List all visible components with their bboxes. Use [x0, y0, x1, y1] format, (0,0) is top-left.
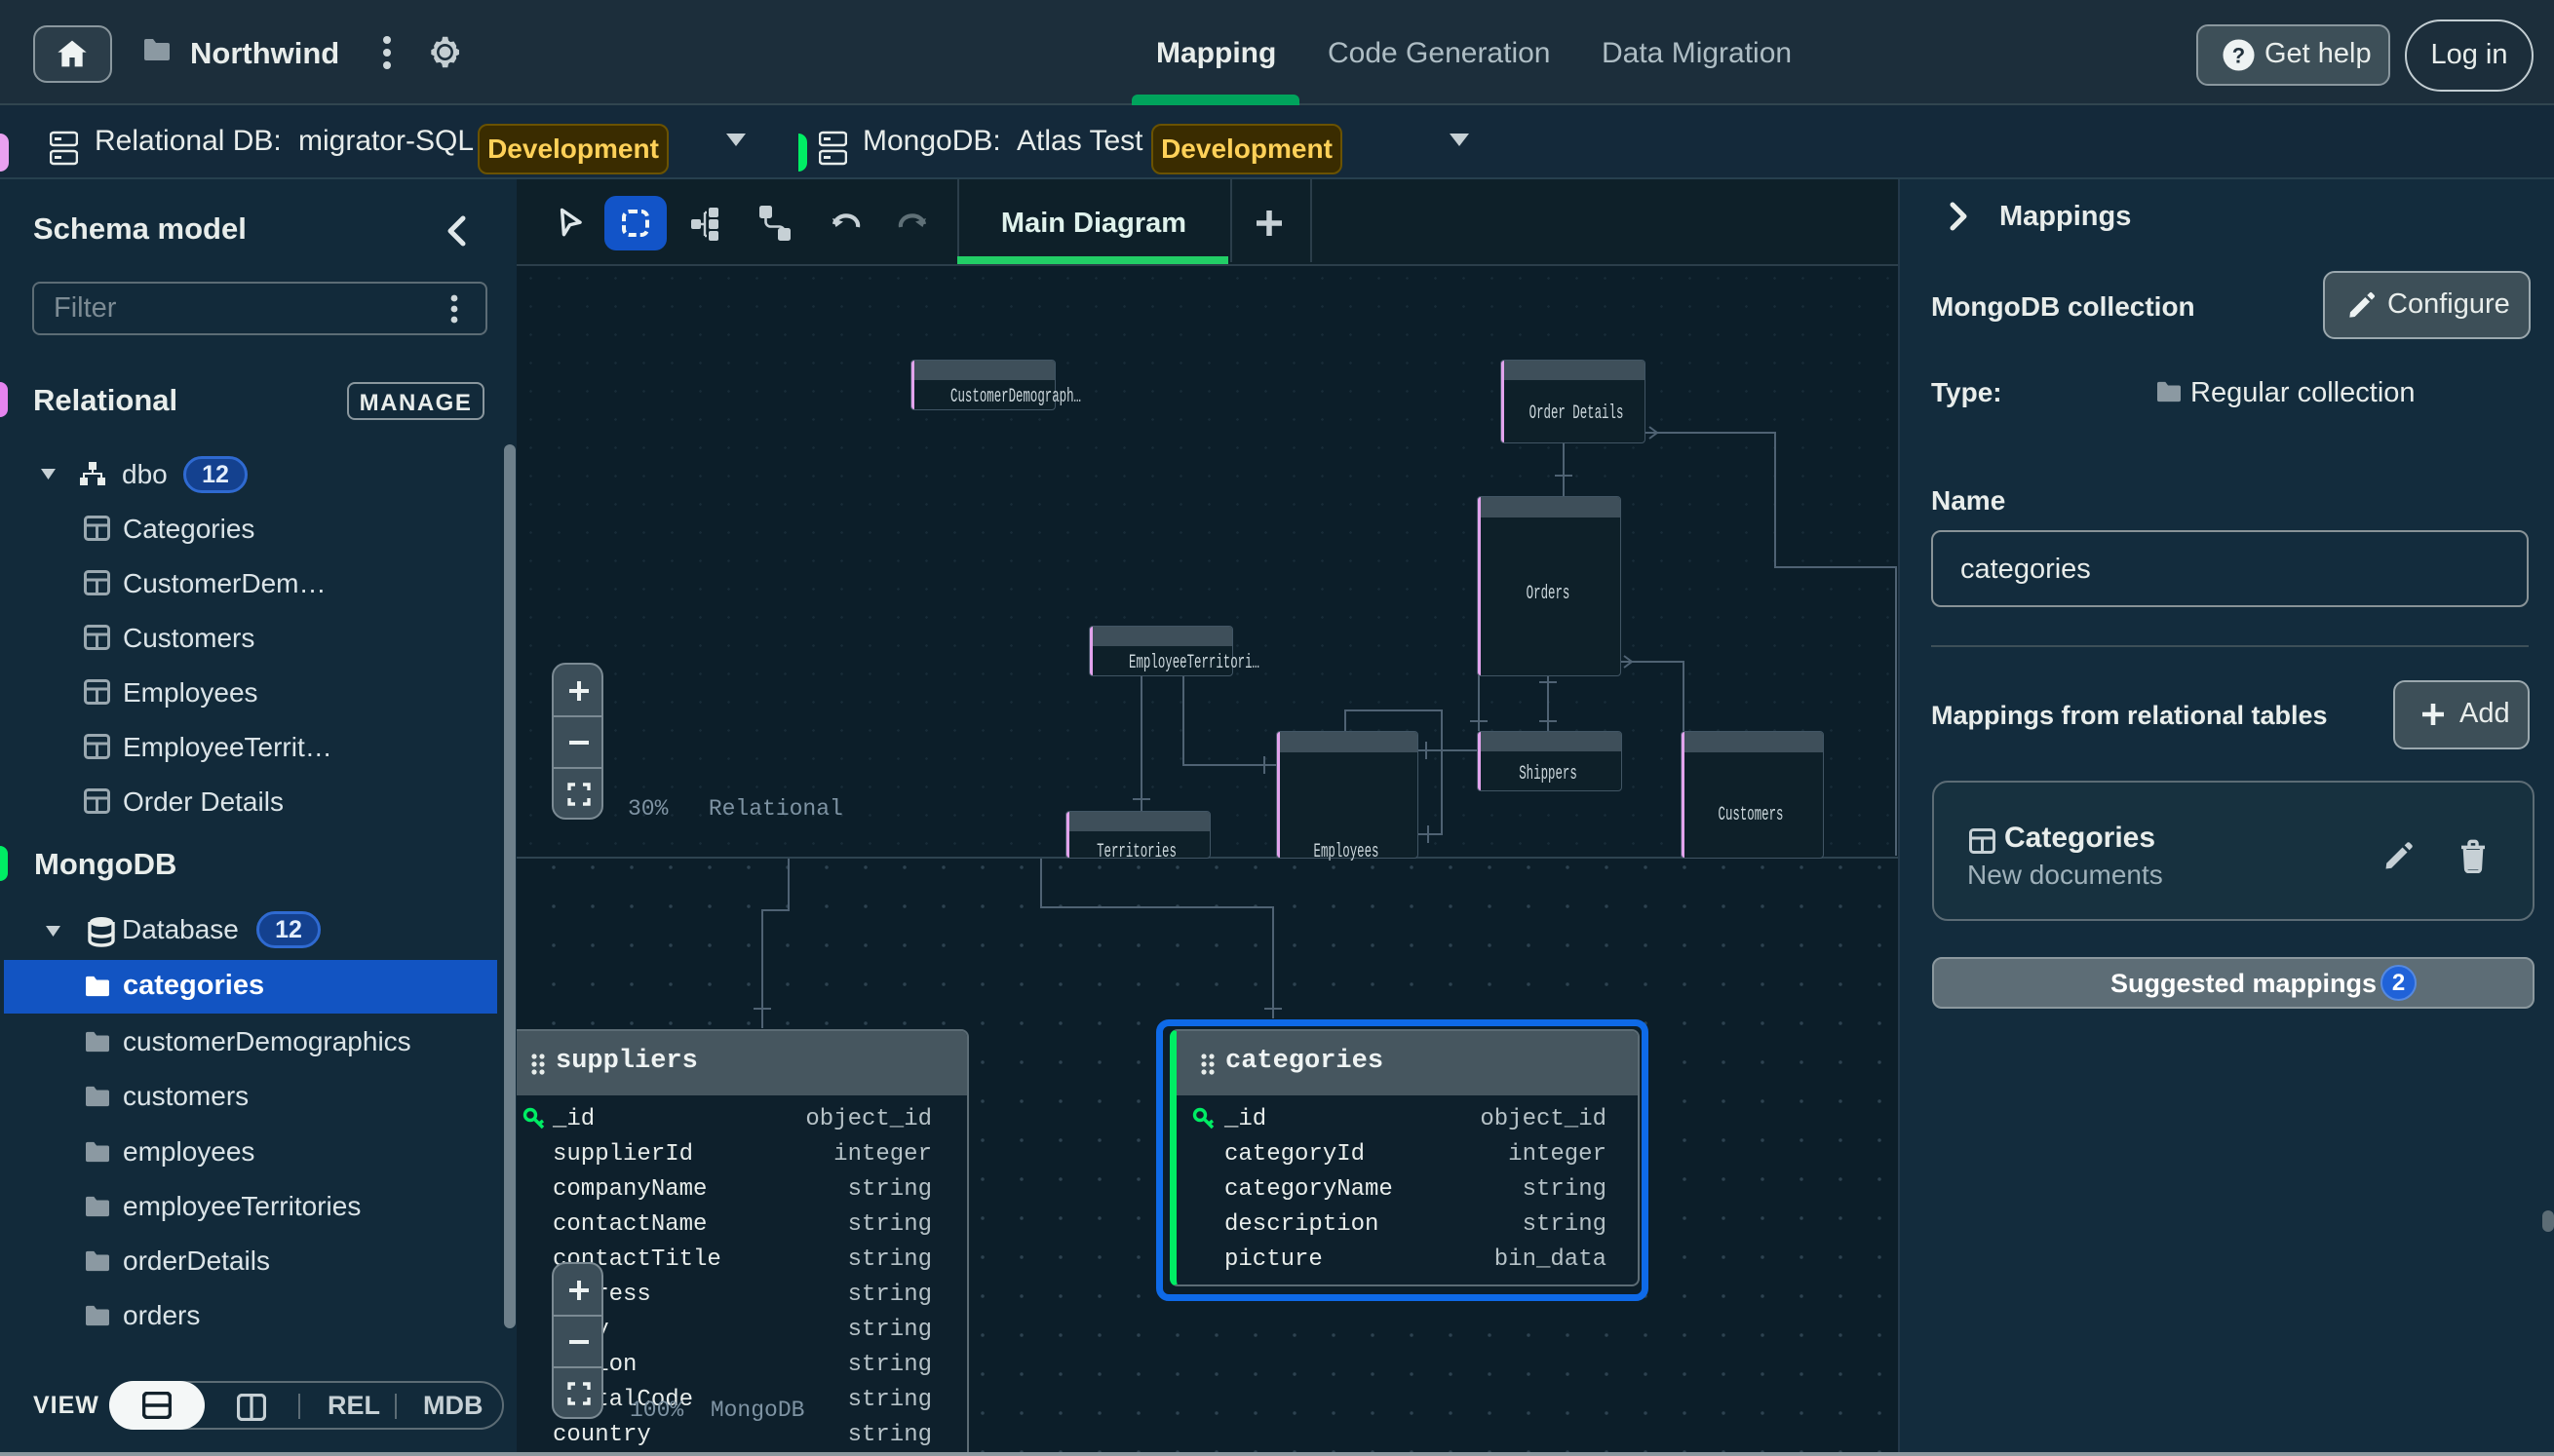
svg-text:?: ? [2232, 44, 2245, 68]
